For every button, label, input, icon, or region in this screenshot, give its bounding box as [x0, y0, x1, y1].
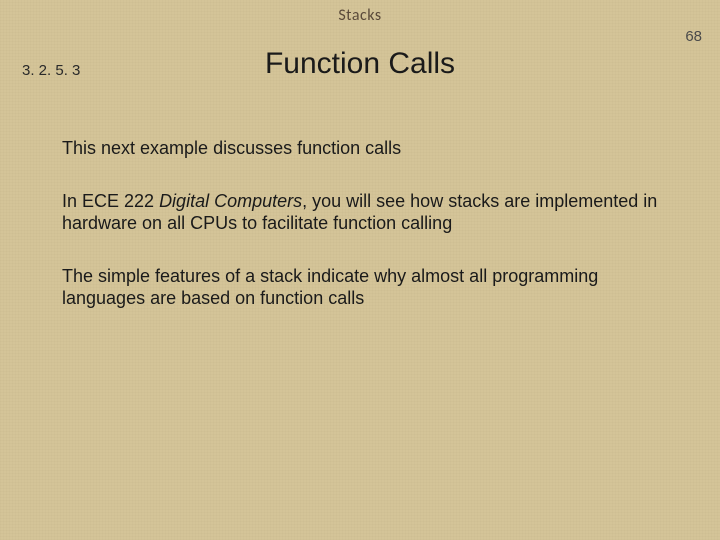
page-number: 68	[685, 28, 702, 45]
paragraph-3: The simple features of a stack indicate …	[62, 265, 670, 310]
paragraph-2: In ECE 222 Digital Computers, you will s…	[62, 190, 670, 235]
section-number: 3. 2. 5. 3	[22, 62, 80, 79]
body-content: This next example discusses function cal…	[0, 137, 720, 310]
slide-title: Function Calls	[0, 47, 720, 81]
header-topic: Stacks	[0, 0, 720, 25]
paragraph-2-italic: Digital Computers	[159, 191, 302, 211]
paragraph-1: This next example discusses function cal…	[62, 137, 670, 160]
paragraph-2-pre: In ECE 222	[62, 191, 159, 211]
